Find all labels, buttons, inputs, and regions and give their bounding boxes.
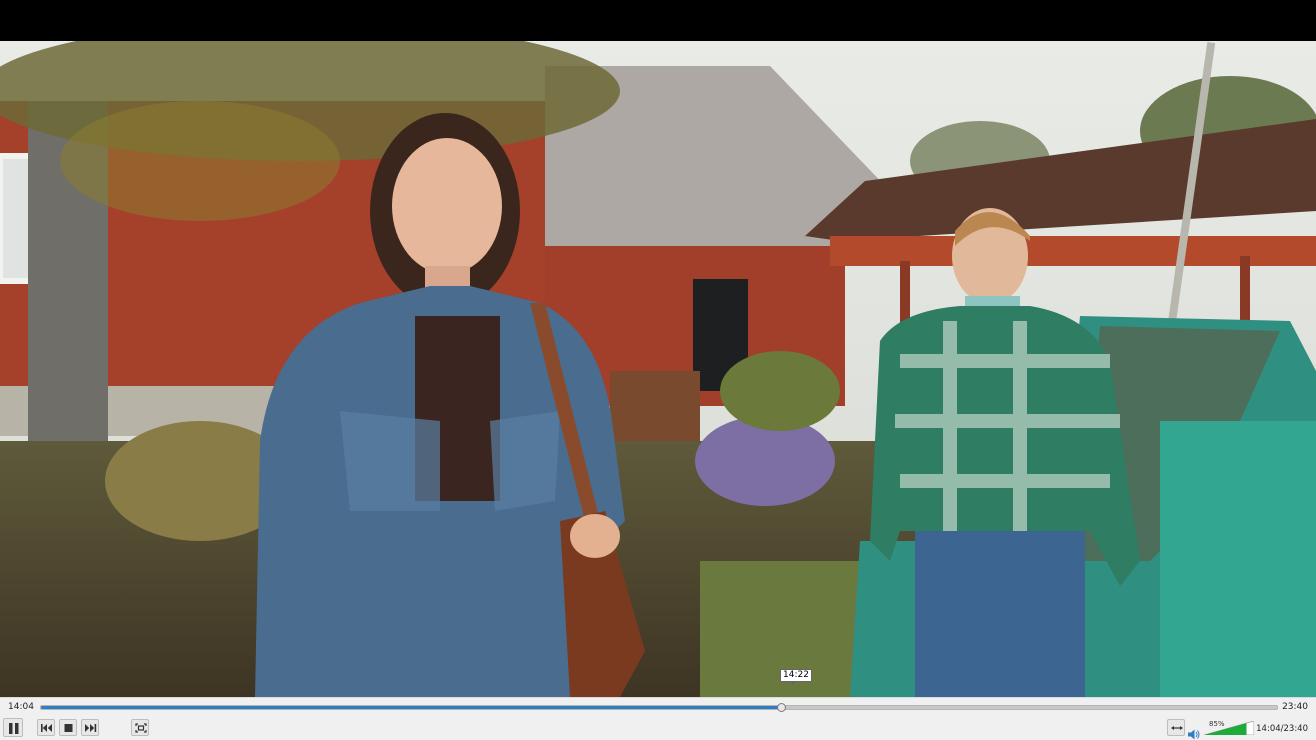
video-image xyxy=(0,41,1316,697)
seek-bar[interactable] xyxy=(40,703,1278,712)
video-frame[interactable] xyxy=(0,41,1316,697)
loop-button[interactable] xyxy=(1167,719,1185,736)
hover-time-tooltip: 14:22 xyxy=(780,669,812,685)
video-area[interactable] xyxy=(0,0,1316,697)
fullscreen-button[interactable] xyxy=(131,719,149,736)
player-controls: 14:04 23:40 85% 14:04/23:40 xyxy=(0,697,1316,740)
button-row: 85% 14:04/23:40 xyxy=(0,717,1316,740)
elapsed-time: 14:04 xyxy=(8,702,34,712)
seek-handle[interactable] xyxy=(777,703,787,712)
seek-row: 14:04 23:40 xyxy=(0,698,1316,716)
play-pause-button[interactable] xyxy=(3,718,23,737)
volume-slider[interactable] xyxy=(1204,721,1254,735)
previous-button[interactable] xyxy=(37,719,55,736)
seek-progress xyxy=(41,706,782,709)
next-button[interactable] xyxy=(81,719,99,736)
total-time: 23:40 xyxy=(1282,702,1308,712)
speaker-icon[interactable] xyxy=(1188,725,1201,740)
stop-button[interactable] xyxy=(59,719,77,736)
time-readout: 14:04/23:40 xyxy=(1256,724,1308,734)
